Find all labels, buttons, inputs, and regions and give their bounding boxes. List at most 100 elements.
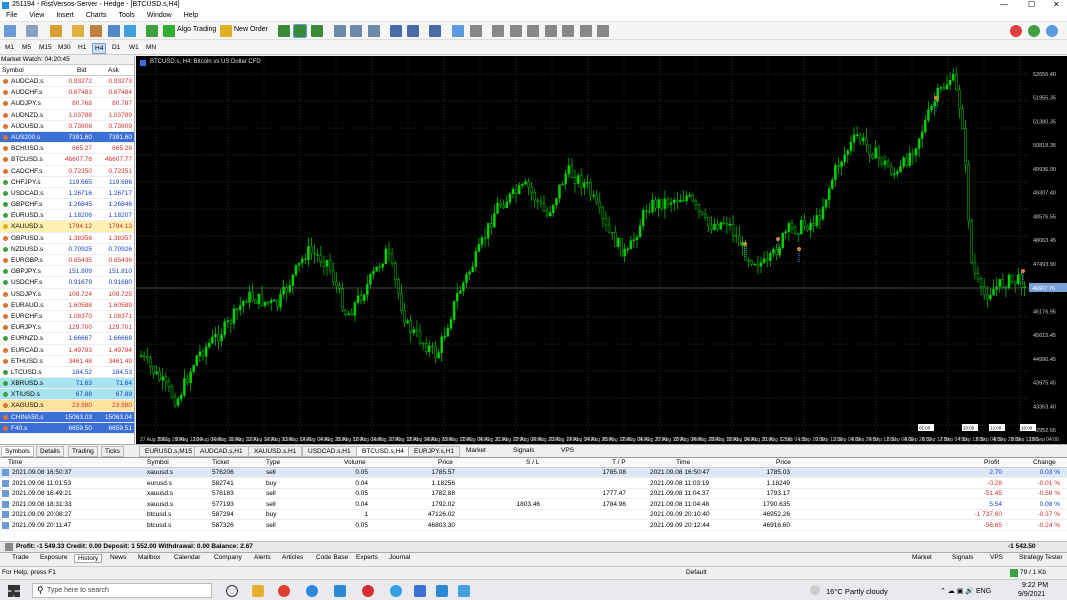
market-watch-row[interactable]: AUDNZD.s 1.03788 1.03789 (0, 110, 134, 121)
tf-m1[interactable]: M1 (3, 43, 16, 52)
market-watch-row[interactable]: CHINA50.s 15063.03 15063.04 (0, 411, 134, 423)
tab-code-base[interactable]: Code Base (316, 554, 348, 561)
chart-tab-eurusd[interactable]: EURUSD.s,M15 (139, 446, 198, 457)
history-row[interactable]: 2021.09.08 18:31:33 xauusd.s 577193 sell 0.0… (0, 500, 1067, 510)
strategy-tester-icon[interactable] (124, 25, 136, 37)
signals-tab[interactable]: Signals (508, 446, 539, 455)
hdr-ticket[interactable]: Ticket (212, 459, 229, 466)
tf-d1[interactable]: D1 (110, 43, 122, 52)
chrome-icon[interactable] (278, 585, 290, 597)
tf-mn[interactable]: MN (144, 43, 158, 52)
tab-vps[interactable]: VPS (990, 554, 1003, 561)
hdr-close-time[interactable]: Time (676, 459, 690, 466)
app-icon-3[interactable] (414, 585, 426, 597)
market-watch-row[interactable]: AUS200.s 7391.60 7391.60 (0, 131, 134, 144)
cursor-icon[interactable] (452, 25, 464, 37)
menu-file[interactable]: File (0, 11, 23, 20)
chart-tab-eurjpy[interactable]: EURJPY.s,H1 (408, 446, 460, 457)
market-watch-row[interactable]: XAUUSD.s 1794.12 1794.13 (0, 221, 134, 233)
tab-symbols[interactable]: Symbols (1, 446, 34, 457)
hdr-type[interactable]: Type (266, 459, 280, 466)
shapes-icon[interactable] (597, 25, 609, 37)
windows-start-icon[interactable] (8, 585, 20, 597)
hdr-change[interactable]: Change (1033, 459, 1056, 466)
tab-mailbox[interactable]: Mailbox (138, 554, 160, 561)
tab-trade[interactable]: Trade (12, 554, 29, 561)
telegram-icon[interactable] (390, 585, 402, 597)
col-symbol[interactable]: Symbol (2, 67, 24, 74)
market-watch-row[interactable]: GBPCHF.s 1.26845 1.26846 (0, 199, 134, 211)
market-watch-row[interactable]: EURCAD.s 1.49783 1.49784 (0, 345, 134, 356)
hdr-close-price[interactable]: Price (776, 459, 791, 466)
autoscroll-icon[interactable] (407, 25, 419, 37)
market-watch-row[interactable]: BTCUSD.s 46607.76 46607.77 (0, 154, 134, 166)
vertical-line-icon[interactable] (492, 25, 504, 37)
chart-tab-audcad[interactable]: AUDCAD.s,H1 (194, 446, 249, 457)
bar-chart-icon[interactable] (278, 25, 290, 37)
chart-canvas[interactable]: 52656.40 51955.35 51380.35 50818.35 49936.90… (136, 56, 1067, 444)
market-watch-row[interactable]: USDCAD.s 1.26716 1.26717 (0, 188, 134, 200)
menu-charts[interactable]: Charts (80, 11, 113, 20)
market-watch-row[interactable]: AUDJPY.s 80.768 80.787 (0, 98, 134, 110)
tab-journal[interactable]: Journal (389, 554, 410, 561)
horizontal-line-icon[interactable] (510, 25, 522, 37)
minimize-icon[interactable]: — (1000, 0, 1008, 9)
tf-m30[interactable]: M30 (56, 43, 73, 52)
line-chart-icon[interactable] (311, 25, 323, 37)
edge-icon[interactable] (306, 585, 318, 597)
alerts-icon[interactable] (1010, 25, 1022, 37)
col-bid[interactable]: Bid (77, 67, 86, 74)
chart-shift-icon[interactable] (390, 25, 402, 37)
market-watch-row[interactable]: EURUSD.s 1.18206 1.18207 (0, 210, 134, 222)
fibonacci-icon[interactable] (562, 25, 574, 37)
crosshair-icon[interactable] (470, 25, 482, 37)
app-icon-4[interactable] (458, 585, 470, 597)
zoom-in-icon[interactable] (334, 25, 346, 37)
market-tab[interactable]: Market (461, 446, 491, 455)
chart-tab-usdcad[interactable]: USDCAD.s,H1 (302, 446, 357, 457)
hdr-profit[interactable]: Profit (984, 459, 999, 466)
history-row[interactable]: 2021.09.09 20:11:47 btcusd.s 587326 sell 0.0… (0, 521, 1067, 531)
market-watch-row[interactable]: USDCHF.s 0.91679 0.91680 (0, 277, 134, 289)
new-order-icon[interactable] (220, 25, 232, 37)
algo-trading-icon[interactable] (163, 25, 175, 37)
market-watch-row[interactable]: CADCHF.s 0.72350 0.72351 (0, 166, 134, 177)
trendline-icon[interactable] (527, 25, 539, 37)
tf-w1[interactable]: W1 (127, 43, 141, 52)
channel-icon[interactable] (545, 25, 557, 37)
hdr-volume[interactable]: Volume (344, 459, 366, 466)
chart-tab-btcusd[interactable]: BTCUSD.s,H4 (356, 446, 410, 457)
maximize-icon[interactable]: ☐ (1028, 0, 1035, 9)
market-watch-row[interactable]: EURNZD.s 1.66667 1.66668 (0, 333, 134, 345)
app-icon-1[interactable] (334, 585, 346, 597)
navigator-icon[interactable] (72, 25, 84, 37)
history-row[interactable]: 2021.09.08 16:50:37 xauusd.s 576206 sell 0.0… (0, 468, 1067, 478)
text-tool-icon[interactable] (580, 25, 592, 37)
market-watch-row[interactable]: EURCHF.s 1.08370 1.08371 (0, 311, 134, 323)
taskbar-search[interactable]: ⚲ Type here to search (32, 583, 212, 598)
app-icon-2[interactable] (362, 585, 374, 597)
tab-news[interactable]: News (110, 554, 126, 561)
market-watch-row[interactable]: EURGBP.s 0.85435 0.85436 (0, 255, 134, 267)
hdr-symbol[interactable]: Symbol (147, 459, 169, 466)
vps-tab[interactable]: VPS (556, 446, 579, 455)
zoom-out-icon[interactable] (350, 25, 362, 37)
market-watch-row[interactable]: LTCUSD.s 184.52 184.53 (0, 367, 134, 379)
weather-text[interactable]: 16°C Partly cloudy (826, 587, 888, 596)
tab-alerts[interactable]: Alerts (254, 554, 271, 561)
market-watch-row[interactable]: BCHUSD.s 665.27 665.28 (0, 143, 134, 155)
algo-trading-button[interactable]: Algo Trading (177, 26, 216, 33)
profiles-icon[interactable] (26, 25, 38, 37)
market-watch-row[interactable]: AUDCHF.s 0.67483 0.67484 (0, 87, 134, 99)
hdr-time[interactable]: Time (8, 459, 22, 466)
close-icon[interactable]: ✕ (1053, 0, 1060, 9)
tab-signals[interactable]: Signals (952, 554, 973, 561)
file-explorer-icon[interactable] (252, 585, 264, 597)
tf-m5[interactable]: M5 (20, 43, 33, 52)
market-watch-row[interactable]: GBPJPY.s 151.809 151.810 (0, 266, 134, 278)
market-watch-row[interactable]: EURJPY.s 129.700 129.701 (0, 322, 134, 334)
market-watch-row[interactable]: AUDCAD.s 0.93272 0.93273 (0, 76, 134, 88)
indicators-icon[interactable] (429, 25, 441, 37)
hdr-tp[interactable]: T / P (612, 459, 626, 466)
market-watch-row[interactable]: CHFJPY.s 119.665 119.686 (0, 177, 134, 188)
